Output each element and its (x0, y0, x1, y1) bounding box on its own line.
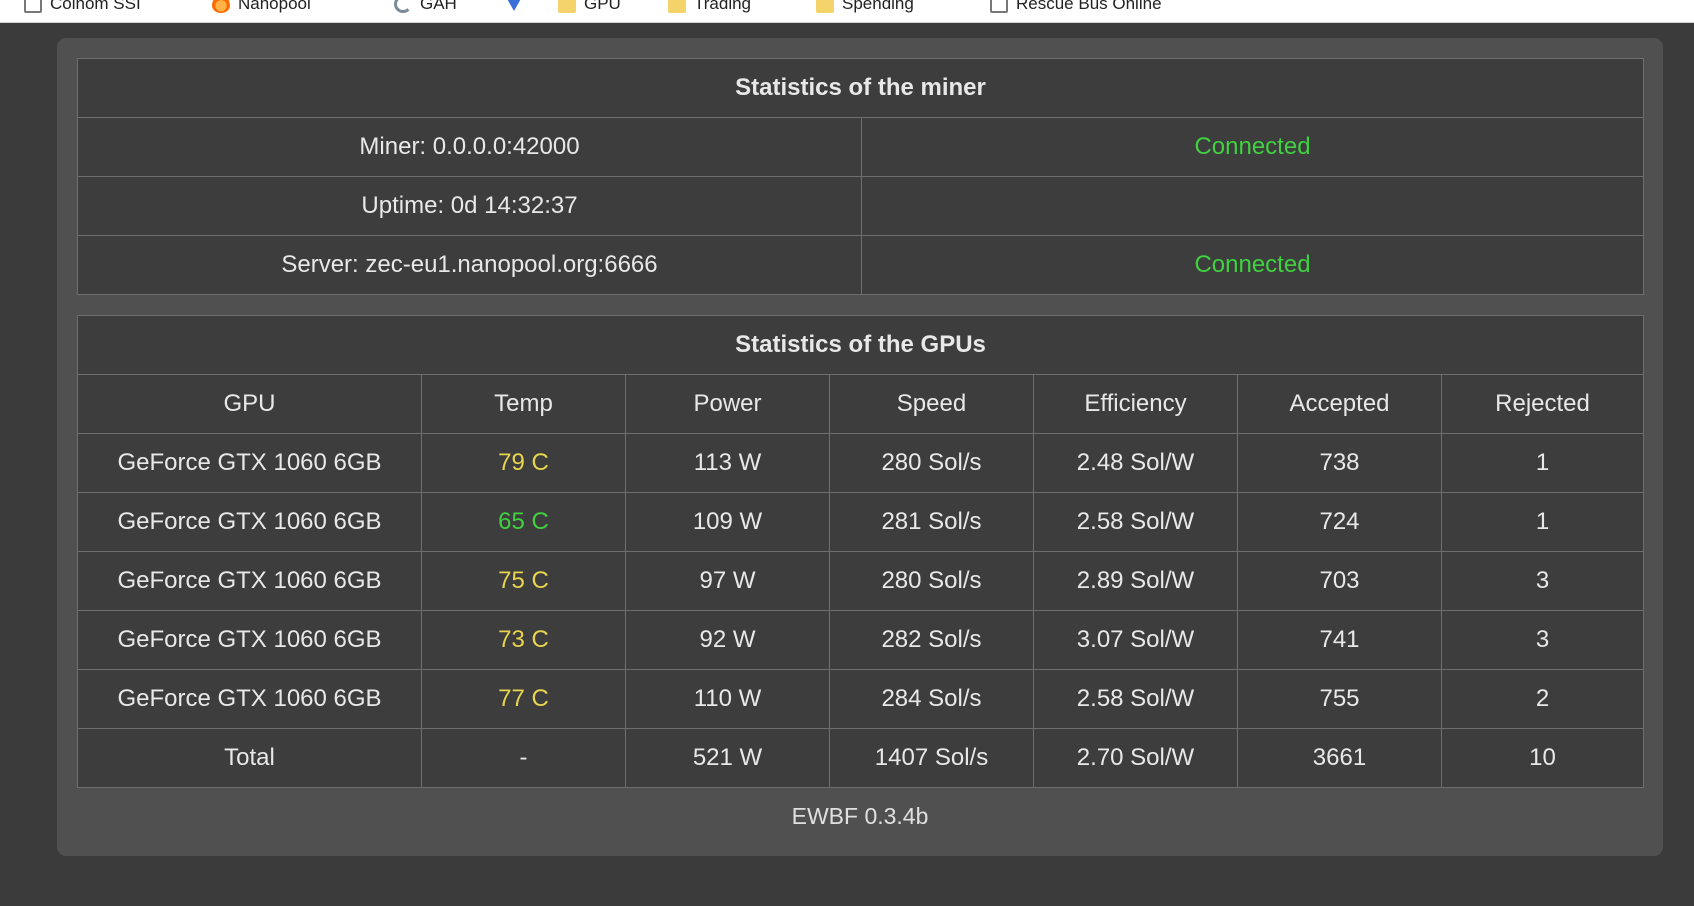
table-header-row: Statistics of the GPUs (76, 315, 1645, 375)
total-accepted: 3661 (1237, 728, 1442, 788)
gpu-temp: 75 C (421, 551, 626, 611)
gpu-accepted: 703 (1237, 551, 1442, 611)
bookmark-folder-trading[interactable]: Trading (668, 0, 751, 15)
gpu-efficiency: 2.89 Sol/W (1033, 551, 1238, 611)
version-footer: EWBF 0.3.4b (791, 803, 929, 829)
gpu-accepted: 724 (1237, 492, 1442, 552)
total-row: Total - 521 W 1407 Sol/s 2.70 Sol/W 3661… (77, 728, 1645, 788)
table-row: GeForce GTX 1060 6GB 65 C 109 W 281 Sol/… (77, 492, 1645, 552)
uptime: Uptime: 0d 14:32:37 (77, 176, 862, 236)
table-row: Server: zec-eu1.nanopool.org:6666 Connec… (77, 235, 1645, 295)
miner-status: Connected (860, 117, 1645, 177)
gpu-speed: 282 Sol/s (829, 610, 1034, 670)
bookmark-label: Spending (842, 0, 914, 13)
miner-stats-table: Statistics of the miner Miner: 0.0.0.0:4… (76, 58, 1645, 295)
gpu-power: 110 W (625, 669, 830, 729)
gpu-temp: 65 C (421, 492, 626, 552)
gpu-rejected: 3 (1440, 551, 1645, 611)
column-header-row: GPU Temp Power Speed Efficiency Accepted… (77, 374, 1645, 434)
total-speed: 1407 Sol/s (829, 728, 1034, 788)
gpu-accepted: 755 (1237, 669, 1442, 729)
bookmark-label: Nanopool (238, 0, 311, 13)
table-row: GeForce GTX 1060 6GB 73 C 92 W 282 Sol/s… (77, 610, 1645, 670)
column-header-gpu: GPU (77, 374, 422, 434)
column-header-accepted: Accepted (1237, 374, 1442, 434)
miner-address: Miner: 0.0.0.0:42000 (77, 117, 862, 177)
total-rejected: 10 (1440, 728, 1645, 788)
gpu-temp: 73 C (421, 610, 626, 670)
column-header-efficiency: Efficiency (1033, 374, 1238, 434)
bookmark-folder-spending[interactable]: Spending (816, 0, 914, 15)
folder-icon (816, 0, 834, 13)
gpu-power: 92 W (625, 610, 830, 670)
gpu-accepted: 741 (1237, 610, 1442, 670)
bookmark-coinom[interactable]: Coinom SSI (24, 0, 141, 15)
sync-icon (394, 0, 412, 13)
bookmarks-bar: Coinom SSI Nanopool GAH GPU Trading Spen… (0, 0, 1694, 23)
total-power: 521 W (625, 728, 830, 788)
table-row: Miner: 0.0.0.0:42000 Connected (77, 117, 1645, 177)
table-row: GeForce GTX 1060 6GB 75 C 97 W 280 Sol/s… (77, 551, 1645, 611)
gpu-power: 109 W (625, 492, 830, 552)
bookmark-gah[interactable]: GAH (394, 0, 457, 15)
gpu-name: GeForce GTX 1060 6GB (77, 610, 422, 670)
table-row: Uptime: 0d 14:32:37 (77, 176, 1645, 236)
gpu-efficiency: 3.07 Sol/W (1033, 610, 1238, 670)
column-header-rejected: Rejected (1440, 374, 1645, 434)
gpu-temp: 77 C (421, 669, 626, 729)
bookmark-label: Rescue Bus Online (1016, 0, 1162, 13)
bookmark-rescue-bus[interactable]: Rescue Bus Online (990, 0, 1162, 15)
gpu-rejected: 1 (1440, 433, 1645, 493)
bookmark-label: Trading (694, 0, 752, 13)
folder-icon (558, 0, 576, 13)
folder-icon (668, 0, 686, 13)
gpu-name: GeForce GTX 1060 6GB (77, 669, 422, 729)
gpu-temp: 79 C (421, 433, 626, 493)
uptime-status (860, 176, 1645, 236)
table-row: GeForce GTX 1060 6GB 79 C 113 W 280 Sol/… (77, 433, 1645, 493)
total-temp: - (421, 728, 626, 788)
gpu-speed: 280 Sol/s (829, 551, 1034, 611)
gpu-speed: 280 Sol/s (829, 433, 1034, 493)
gpu-efficiency: 2.58 Sol/W (1033, 492, 1238, 552)
bookmark-label: GAH (420, 0, 457, 13)
miner-stats-title: Statistics of the miner (76, 58, 1645, 118)
total-label: Total (77, 728, 422, 788)
total-efficiency: 2.70 Sol/W (1033, 728, 1238, 788)
column-header-speed: Speed (829, 374, 1034, 434)
gpu-speed: 284 Sol/s (829, 669, 1034, 729)
gpu-power: 113 W (625, 433, 830, 493)
bookmark-folder-gpu[interactable]: GPU (558, 0, 621, 15)
server-address: Server: zec-eu1.nanopool.org:6666 (77, 235, 862, 295)
gpu-rejected: 2 (1440, 669, 1645, 729)
column-header-temp: Temp (421, 374, 626, 434)
page-icon (24, 0, 42, 13)
fire-icon (212, 0, 230, 13)
gpu-stats-title: Statistics of the GPUs (76, 315, 1645, 375)
stats-panel: Statistics of the miner Miner: 0.0.0.0:4… (57, 38, 1663, 856)
gpu-name: GeForce GTX 1060 6GB (77, 433, 422, 493)
gpu-power: 97 W (625, 551, 830, 611)
gpu-speed: 281 Sol/s (829, 492, 1034, 552)
gpu-rejected: 1 (1440, 492, 1645, 552)
bookmark-label: Coinom SSI (50, 0, 141, 13)
gpu-stats-table: Statistics of the GPUs GPU Temp Power Sp… (76, 315, 1645, 788)
gpu-efficiency: 2.48 Sol/W (1033, 433, 1238, 493)
gpu-efficiency: 2.58 Sol/W (1033, 669, 1238, 729)
gpu-accepted: 738 (1237, 433, 1442, 493)
server-status: Connected (860, 235, 1645, 295)
bookmark-arrow[interactable] (506, 0, 522, 15)
page-icon (990, 0, 1008, 13)
table-header-row: Statistics of the miner (76, 58, 1645, 118)
arrow-icon (506, 0, 522, 11)
bookmark-label: GPU (584, 0, 621, 13)
column-header-power: Power (625, 374, 830, 434)
gpu-name: GeForce GTX 1060 6GB (77, 492, 422, 552)
gpu-rejected: 3 (1440, 610, 1645, 670)
gpu-name: GeForce GTX 1060 6GB (77, 551, 422, 611)
table-row: GeForce GTX 1060 6GB 77 C 110 W 284 Sol/… (77, 669, 1645, 729)
bookmark-nanopool[interactable]: Nanopool (212, 0, 311, 15)
